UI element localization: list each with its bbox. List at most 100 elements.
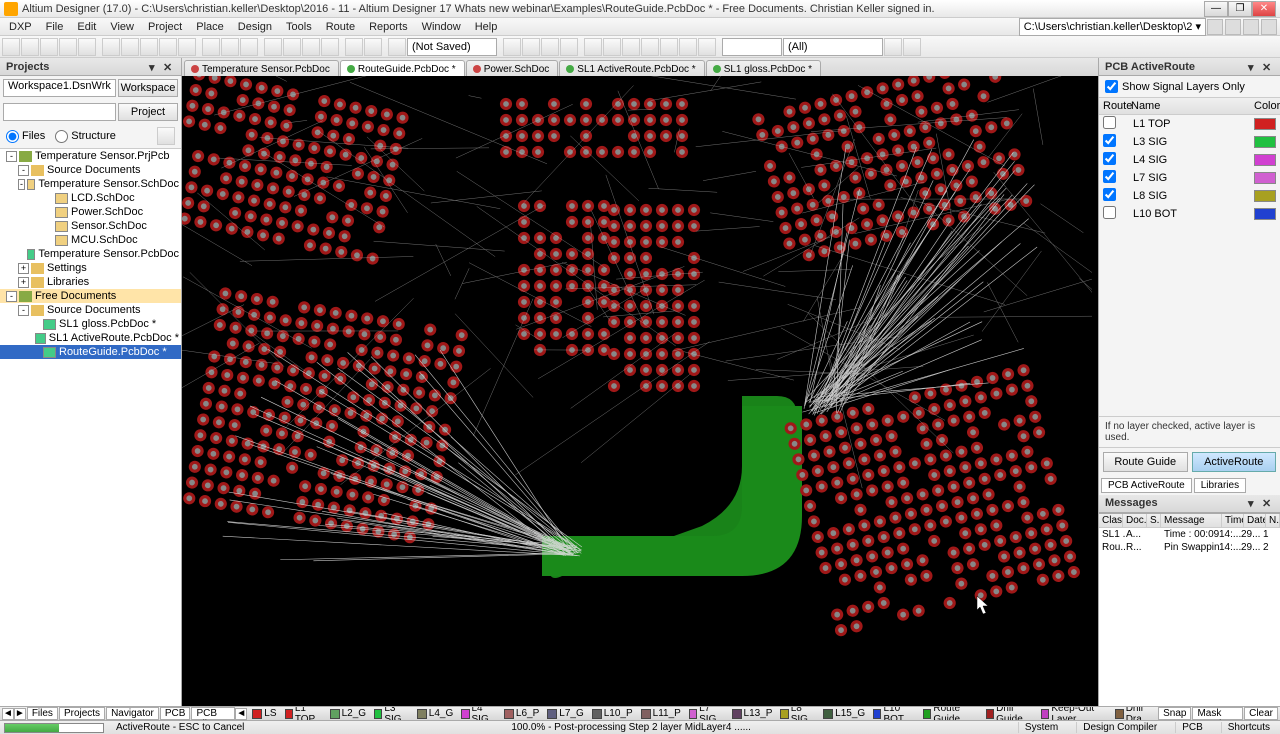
menu-reports[interactable]: Reports — [362, 19, 415, 35]
tool-btn[interactable] — [541, 38, 559, 56]
workspace-combo[interactable]: Workspace1.DsnWrk — [3, 79, 116, 97]
doc-tab[interactable]: RouteGuide.PcbDoc * — [340, 60, 465, 76]
menu-edit[interactable]: Edit — [70, 19, 103, 35]
layer-row[interactable]: L3 SIG — [1099, 133, 1280, 151]
tab-libraries[interactable]: Libraries — [1194, 478, 1246, 493]
tree-node[interactable]: Temperature Sensor.PcbDoc — [0, 247, 181, 261]
layerbar-layer[interactable]: L4 SIG — [458, 706, 499, 720]
workspace-button[interactable]: Workspace — [118, 79, 178, 97]
tool-btn[interactable] — [522, 38, 540, 56]
layerbar-btn[interactable]: Navigator — [106, 707, 159, 720]
tool-btn[interactable] — [121, 38, 139, 56]
layerbar-layer[interactable]: L7_G — [544, 708, 586, 719]
tool-btn[interactable] — [321, 38, 339, 56]
tree-node[interactable]: -Source Documents — [0, 163, 181, 177]
layerbar-btn[interactable]: PCB — [160, 707, 191, 720]
tool-btn[interactable] — [388, 38, 406, 56]
tab-pcb-activeroute[interactable]: PCB ActiveRoute — [1101, 478, 1192, 493]
layerbar-layer[interactable]: Drill Dra — [1112, 706, 1157, 720]
tool-icon[interactable] — [1261, 19, 1277, 35]
tool-copy[interactable] — [221, 38, 239, 56]
layerbar-layer[interactable]: Route Guide — [920, 706, 981, 720]
tool-btn[interactable] — [660, 38, 678, 56]
pin-icon[interactable]: ▾ — [1248, 497, 1260, 509]
pcb-canvas[interactable] — [182, 76, 1098, 706]
tool-btn[interactable] — [503, 38, 521, 56]
all-combo[interactable]: (All) — [783, 38, 883, 56]
snap-combo[interactable]: (Not Saved) — [407, 38, 497, 56]
tool-btn[interactable] — [679, 38, 697, 56]
layerbar-nav[interactable]: ► — [14, 708, 26, 720]
tree-node[interactable]: LCD.SchDoc — [0, 191, 181, 205]
tree-node[interactable]: +Libraries — [0, 275, 181, 289]
doc-tab[interactable]: SL1 gloss.PcbDoc * — [706, 60, 821, 76]
menu-dxp[interactable]: DXP — [2, 19, 39, 35]
layerbar-layer[interactable]: L4_G — [414, 708, 456, 719]
layerbar-layer[interactable]: L15_G — [820, 708, 868, 719]
activeroute-button[interactable]: ActiveRoute — [1192, 452, 1277, 472]
tool-btn[interactable] — [178, 38, 196, 56]
layerbar-layer[interactable]: L11_P — [638, 708, 684, 719]
layerbar-layer[interactable]: L13_P — [729, 708, 776, 719]
tool-btn[interactable] — [159, 38, 177, 56]
tool-paste[interactable] — [240, 38, 258, 56]
close-icon[interactable]: ✕ — [1262, 497, 1274, 509]
tool-btn[interactable] — [884, 38, 902, 56]
pin-icon[interactable]: ▾ — [149, 61, 161, 73]
layerbar-btn[interactable]: PCB Filte — [191, 707, 235, 720]
tool-print[interactable] — [59, 38, 77, 56]
tree-node[interactable]: +Settings — [0, 261, 181, 275]
minimize-button[interactable]: — — [1204, 1, 1228, 17]
tool-undo[interactable] — [345, 38, 363, 56]
menu-project[interactable]: Project — [141, 19, 189, 35]
layerbar-layer[interactable]: Drill Guide — [983, 706, 1036, 720]
message-row[interactable]: SL1 ...A...Time : 00:0914:...29...1 — [1099, 528, 1280, 541]
tool-icon[interactable] — [1225, 19, 1241, 35]
layerbar-layer[interactable]: Keep-Out Layer — [1038, 706, 1110, 720]
tree-node[interactable]: SL1 gloss.PcbDoc * — [0, 317, 181, 331]
layerbar-layer[interactable]: L1 TOP — [282, 706, 325, 720]
tool-btn[interactable] — [698, 38, 716, 56]
message-row[interactable]: Rou...R...Pin Swapping ...14:...29...2 — [1099, 541, 1280, 554]
tool-new[interactable] — [2, 38, 20, 56]
tool-btn[interactable] — [560, 38, 578, 56]
doc-tab[interactable]: Temperature Sensor.PcbDoc — [184, 60, 339, 76]
show-signal-checkbox[interactable]: Show Signal Layers Only — [1105, 80, 1274, 93]
tree-node[interactable]: -Source Documents — [0, 303, 181, 317]
tool-open[interactable] — [21, 38, 39, 56]
layer-row[interactable]: L7 SIG — [1099, 169, 1280, 187]
tool-cut[interactable] — [202, 38, 220, 56]
menu-file[interactable]: File — [39, 19, 71, 35]
layerbar-layer[interactable]: L6_P — [501, 708, 542, 719]
structure-radio[interactable]: Structure — [55, 130, 116, 143]
files-radio[interactable]: Files — [6, 130, 45, 143]
menu-tools[interactable]: Tools — [279, 19, 319, 35]
menu-help[interactable]: Help — [468, 19, 505, 35]
tool-btn[interactable] — [584, 38, 602, 56]
tool-btn[interactable] — [903, 38, 921, 56]
context-path-combo[interactable]: C:\Users\christian.keller\Desktop\2 ▾ — [1019, 18, 1206, 36]
layerbar-btn[interactable]: Mask Level — [1192, 707, 1243, 720]
tree-node[interactable]: Sensor.SchDoc — [0, 219, 181, 233]
status-system[interactable]: System — [1018, 722, 1064, 733]
tool-redo[interactable] — [364, 38, 382, 56]
tool-btn[interactable] — [641, 38, 659, 56]
doc-tab[interactable]: SL1 ActiveRoute.PcbDoc * — [559, 60, 704, 76]
tree-node[interactable]: -Temperature Sensor.PrjPcb — [0, 149, 181, 163]
project-combo[interactable] — [3, 103, 116, 121]
tool-btn[interactable] — [140, 38, 158, 56]
tool-btn[interactable] — [603, 38, 621, 56]
menu-route[interactable]: Route — [319, 19, 362, 35]
layerbar-layer[interactable]: L3 SIG — [371, 706, 412, 720]
project-button[interactable]: Project — [118, 103, 178, 121]
filter-combo[interactable] — [722, 38, 782, 56]
layerbar-layer[interactable]: L7 SIG — [686, 706, 727, 720]
layer-row[interactable]: L10 BOT — [1099, 205, 1280, 223]
status-pcb[interactable]: PCB — [1175, 722, 1209, 733]
layerbar-layer[interactable]: LS — [249, 708, 279, 719]
status-shortcuts[interactable]: Shortcuts — [1221, 722, 1276, 733]
pcb-view[interactable] — [182, 76, 1092, 706]
tool-save[interactable] — [40, 38, 58, 56]
tool-icon[interactable] — [1243, 19, 1259, 35]
layerbar-layer[interactable]: L2_G — [327, 708, 369, 719]
